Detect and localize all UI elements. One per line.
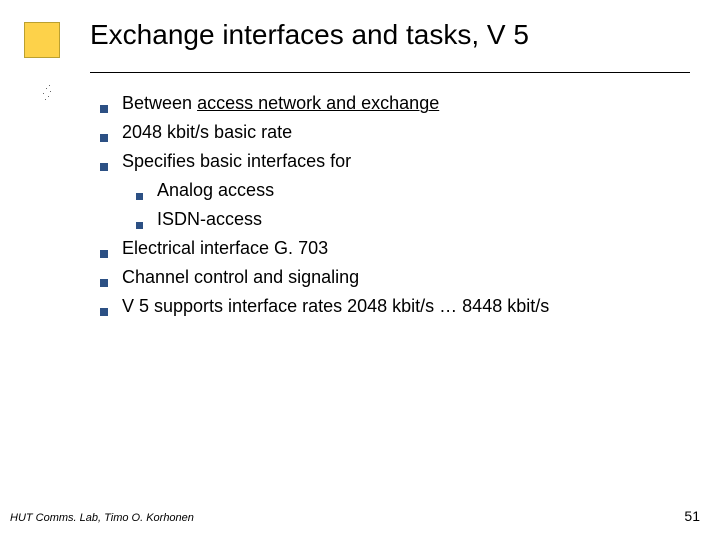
decorative-dots <box>41 85 51 125</box>
bullet-item-5: Channel control and signaling <box>100 264 680 291</box>
slide: Exchange interfaces and tasks, V 5 Betwe… <box>0 0 720 540</box>
footer-attribution: HUT Comms. Lab, Timo O. Korhonen <box>10 512 194 524</box>
bullet-text: ISDN-access <box>157 206 680 233</box>
bullet-text: 2048 kbit/s basic rate <box>122 119 680 146</box>
bullet-text: Between access network and exchange <box>122 90 680 117</box>
square-bullet-icon <box>100 279 108 287</box>
bullet-item-1: Between access network and exchange <box>100 90 680 117</box>
bullet-text-pre: Between <box>122 93 197 113</box>
bullet-text: Electrical interface G. 703 <box>122 235 680 262</box>
bullet-item-6: V 5 supports interface rates 2048 kbit/s… <box>100 293 680 320</box>
slide-body: Between access network and exchange 2048… <box>100 90 680 322</box>
square-bullet-icon <box>100 163 108 171</box>
bullet-text: Specifies basic interfaces for <box>122 148 680 175</box>
square-bullet-icon <box>136 193 143 200</box>
slide-number: 51 <box>684 508 700 524</box>
sub-bullet-item-1: Analog access <box>136 177 680 204</box>
square-bullet-icon <box>100 134 108 142</box>
bullet-text-underlined: access network and exchange <box>197 93 439 113</box>
bullet-item-4: Electrical interface G. 703 <box>100 235 680 262</box>
square-bullet-icon <box>100 250 108 258</box>
square-bullet-icon <box>100 105 108 113</box>
bullet-text: V 5 supports interface rates 2048 kbit/s… <box>122 293 680 320</box>
bullet-text: Channel control and signaling <box>122 264 680 291</box>
bullet-item-3: Specifies basic interfaces for <box>100 148 680 175</box>
square-bullet-icon <box>100 308 108 316</box>
title-accent-square <box>24 22 60 58</box>
bullet-text: Analog access <box>157 177 680 204</box>
bullet-item-2: 2048 kbit/s basic rate <box>100 119 680 146</box>
square-bullet-icon <box>136 222 143 229</box>
sub-bullet-item-2: ISDN-access <box>136 206 680 233</box>
slide-title: Exchange interfaces and tasks, V 5 <box>90 20 690 73</box>
